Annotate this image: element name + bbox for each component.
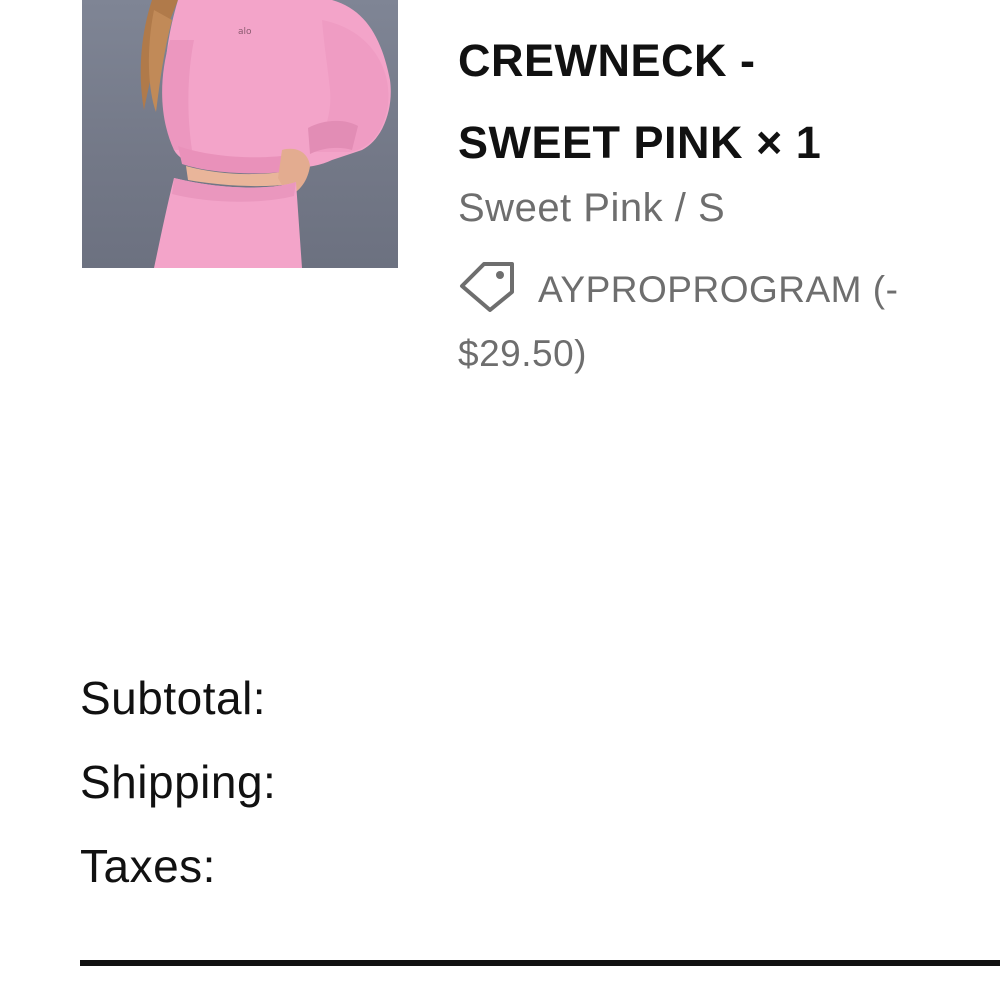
order-summary: alo CREWNECK - SWEET PINK × 1 Sweet Pink… bbox=[0, 0, 1000, 1000]
product-image: alo bbox=[82, 0, 398, 268]
subtotal-label: Subtotal: bbox=[80, 672, 267, 724]
product-variant: Sweet Pink / S bbox=[458, 186, 726, 230]
product-title-quantity-line: SWEET PINK × 1 bbox=[458, 117, 822, 168]
taxes-label: Taxes: bbox=[80, 840, 216, 892]
product-title-line: CREWNECK - bbox=[458, 35, 756, 86]
price-tag-icon bbox=[458, 260, 516, 313]
discount-amount: $29.50) bbox=[458, 333, 587, 374]
product-title: CREWNECK - SWEET PINK × 1 bbox=[458, 20, 978, 184]
svg-text:alo: alo bbox=[238, 27, 252, 37]
order-totals: Subtotal: Shipping: Taxes: bbox=[80, 656, 276, 908]
shipping-label: Shipping: bbox=[80, 756, 277, 808]
discount-code: AYPROPROGRAM (- $29.50) bbox=[458, 258, 978, 386]
totals-divider bbox=[80, 960, 1000, 966]
discount-code-text: AYPROPROGRAM (- bbox=[538, 269, 899, 310]
